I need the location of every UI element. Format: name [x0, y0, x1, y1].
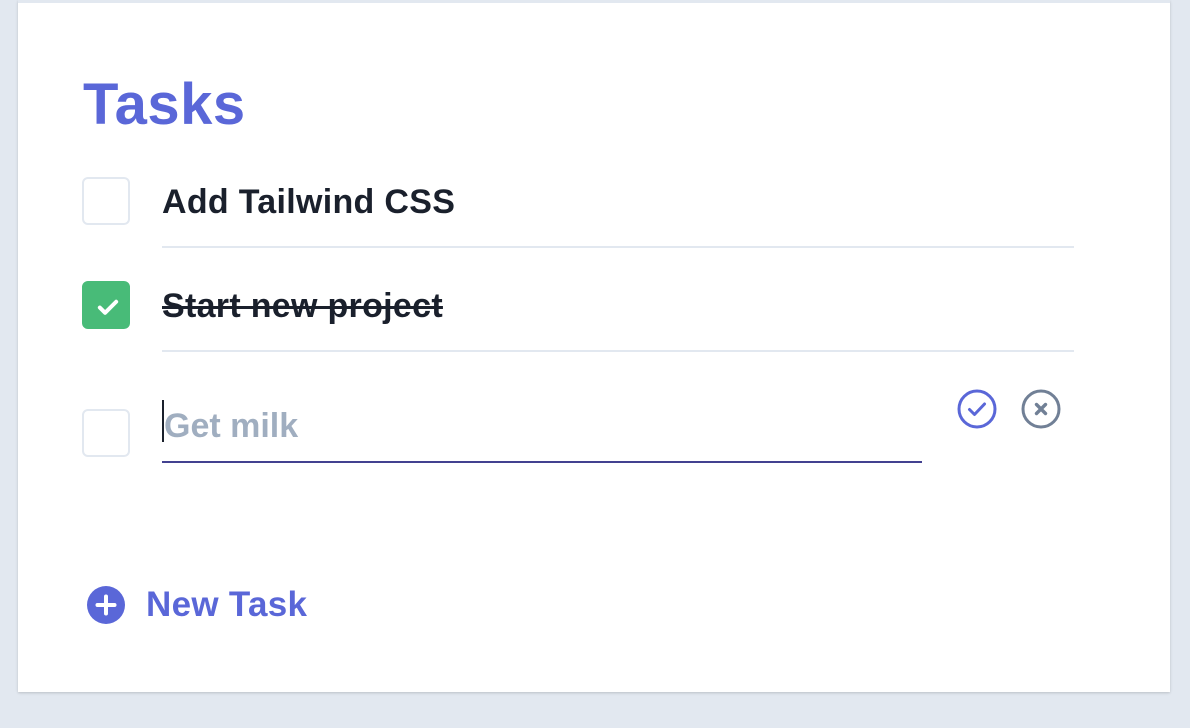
cancel-task-button[interactable] — [1020, 388, 1062, 430]
task-card: Tasks Add Tailwind CSS Start new project — [18, 0, 1170, 692]
new-task-row — [82, 388, 1074, 467]
confirm-task-button[interactable] — [956, 388, 998, 430]
new-task-label[interactable]: New Task — [146, 585, 307, 625]
new-task-button[interactable]: New Task — [86, 584, 307, 626]
task-item: Add Tailwind CSS — [82, 175, 1074, 251]
task-divider — [162, 246, 1074, 248]
task-divider — [162, 350, 1074, 352]
task-checkbox[interactable] — [82, 177, 130, 225]
task-checkbox-checked[interactable] — [82, 281, 130, 329]
new-task-checkbox[interactable] — [82, 409, 130, 457]
task-item: Start new project — [82, 279, 1074, 355]
plus-circle-icon — [87, 586, 125, 624]
check-circle-icon — [957, 389, 997, 429]
x-circle-icon — [1021, 389, 1061, 429]
task-label[interactable]: Add Tailwind CSS — [162, 183, 1074, 222]
check-icon — [97, 299, 119, 315]
text-caret — [162, 400, 164, 442]
new-task-input[interactable] — [162, 391, 922, 463]
task-label-completed[interactable]: Start new project — [162, 287, 1074, 326]
page-title: Tasks — [83, 72, 246, 137]
